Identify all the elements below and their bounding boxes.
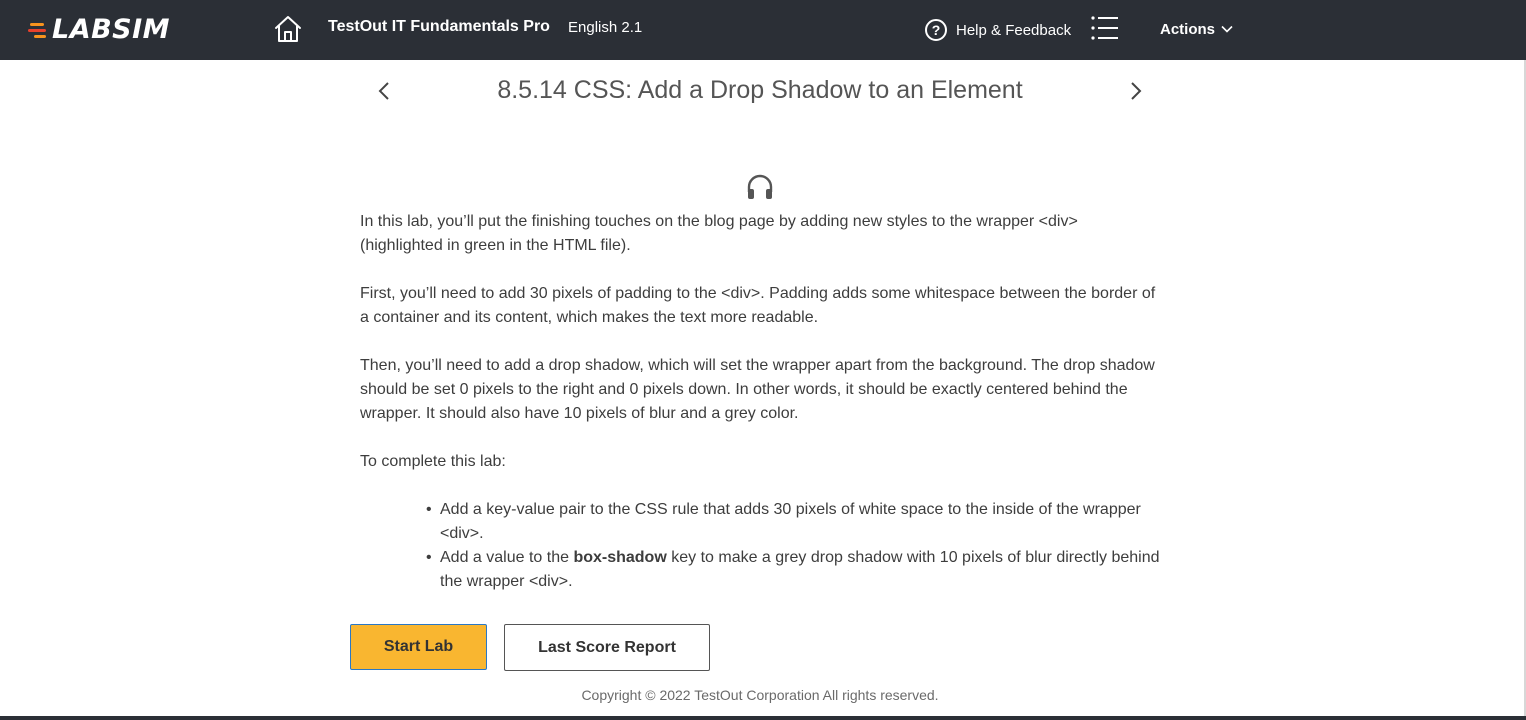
last-score-report-button[interactable]: Last Score Report	[504, 624, 710, 671]
logo-speed-lines	[28, 19, 52, 39]
course-title: TestOut IT Fundamentals Pro	[328, 18, 550, 35]
lesson-title: 8.5.14 CSS: Add a Drop Shadow to an Elem…	[497, 76, 1023, 104]
logo-text: LABSIM	[52, 13, 171, 45]
home-icon	[275, 16, 301, 42]
chevron-left-icon	[378, 82, 389, 100]
actions-menu-button[interactable]: Actions	[1160, 18, 1233, 40]
home-button[interactable]	[272, 13, 304, 45]
instruction-paragraph: To complete this lab:	[360, 453, 506, 470]
instruction-paragraph: Then, you’ll need to add a drop shadow, …	[360, 357, 1155, 422]
task-list-item: Add a key-value pair to the CSS rule tha…	[426, 498, 1160, 546]
table-of-contents-button[interactable]	[1090, 14, 1120, 42]
start-lab-button[interactable]: Start Lab	[350, 624, 487, 670]
course-language: English 2.1	[568, 19, 643, 36]
help-feedback-label: Help & Feedback	[956, 21, 1072, 39]
next-section-button[interactable]	[1126, 78, 1146, 104]
question-circle-icon: ?	[925, 19, 947, 41]
actions-label: Actions	[1160, 20, 1216, 38]
audio-narration-button[interactable]	[745, 173, 775, 201]
copyright-notice: Copyright © 2022 TestOut Corporation All…	[581, 687, 939, 703]
task-list-item: Add a value to the box-shadow key to mak…	[426, 546, 1160, 594]
top-navigation-bar: LABSIM TestOut IT Fundamentals Pro Engli…	[0, 0, 1526, 60]
task-text: Add a value to the	[440, 549, 574, 566]
headphones-icon	[747, 174, 773, 199]
help-feedback-button[interactable]: ? Help & Feedback	[925, 17, 1071, 43]
task-list: Add a key-value pair to the CSS rule tha…	[360, 498, 1160, 594]
instruction-paragraph: First, you’ll need to add 30 pixels of p…	[360, 285, 1156, 326]
labsim-logo[interactable]: LABSIM	[28, 12, 170, 46]
task-keyword: box-shadow	[573, 549, 667, 566]
previous-section-button[interactable]	[374, 78, 394, 104]
list-icon	[1091, 16, 1118, 40]
instruction-paragraph: In this lab, you’ll put the finishing to…	[360, 213, 1078, 254]
chevron-down-icon	[1221, 25, 1233, 33]
chevron-right-icon	[1131, 82, 1142, 100]
window-bottom-edge	[0, 716, 1526, 720]
lab-instructions: In this lab, you’ll put the finishing to…	[360, 210, 1160, 594]
